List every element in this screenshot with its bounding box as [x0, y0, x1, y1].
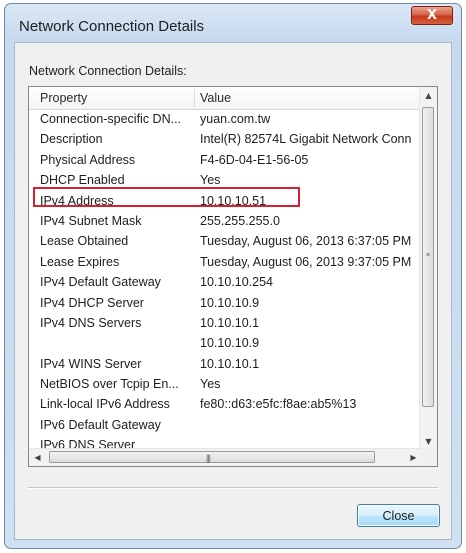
list-header: Property Value	[29, 87, 422, 110]
property-cell: IPv6 Default Gateway	[40, 417, 161, 432]
table-row[interactable]: Lease Obtained Tuesday, August 06, 2013 6…	[29, 232, 422, 252]
property-cell: DHCP Enabled	[40, 173, 125, 188]
horizontal-scroll-thumb[interactable]: |||	[49, 451, 375, 463]
horizontal-scrollbar[interactable]: ◀ ||| ▶	[29, 448, 422, 466]
value-cell: 10.10.10.51	[200, 193, 267, 208]
property-cell: Description	[40, 132, 103, 147]
scroll-up-icon[interactable]: ▲	[420, 87, 437, 104]
table-row[interactable]: IPv4 Subnet Mask 255.255.255.0	[29, 212, 422, 232]
window-title: Network Connection Details	[19, 18, 205, 35]
table-row[interactable]: IPv4 DHCP Server 10.10.10.9	[29, 294, 422, 314]
value-cell: yuan.com.tw	[200, 112, 271, 126]
value-cell: 10.10.10.9	[200, 295, 260, 310]
horizontal-grip-icon: |||	[206, 453, 211, 463]
value-cell: 10.10.10.254	[200, 275, 273, 290]
value-cell: F4-6D-04-E1-56-05	[200, 152, 309, 167]
value-cell: Yes	[200, 377, 221, 392]
property-cell: Physical Address	[40, 152, 136, 167]
value-cell: 10.10.10.1	[200, 315, 260, 330]
table-row[interactable]: IPv6 Default Gateway	[29, 416, 422, 436]
column-divider[interactable]	[194, 89, 195, 107]
property-cell: IPv4 Subnet Mask	[40, 213, 142, 228]
value-cell: Yes	[200, 173, 221, 188]
dialog-client-area: Network Connection Details: Property Val…	[14, 42, 452, 540]
table-row[interactable]: Lease Expires Tuesday, August 06, 2013 9:…	[29, 253, 422, 273]
property-cell: Connection-specific DN...	[40, 112, 182, 126]
table-row[interactable]: IPv4 Address 10.10.10.51	[29, 192, 422, 212]
property-cell: NetBIOS over Tcpip En...	[40, 377, 179, 392]
value-cell: fe80::d63:e5fc:f8ae:ab5%13	[200, 397, 357, 412]
table-row[interactable]: Description Intel(R) 82574L Gigabit Netwo…	[29, 130, 422, 150]
close-button[interactable]: Close	[357, 504, 440, 527]
scrollbar-corner	[420, 449, 437, 466]
table-row[interactable]: Link-local IPv6 Address fe80::d63:e5fc:f8…	[29, 395, 422, 415]
table-row[interactable]: IPv4 WINS Server 10.10.10.1	[29, 355, 422, 375]
dialog-window: Network Connection Details X Network Con…	[4, 3, 462, 549]
property-cell: IPv4 Address	[40, 193, 114, 208]
vertical-grip-icon: ≡	[426, 252, 431, 259]
property-cell: IPv4 WINS Server	[40, 356, 142, 371]
value-cell: 255.255.255.0	[200, 213, 280, 228]
table-row[interactable]: IPv4 Default Gateway 10.10.10.254	[29, 273, 422, 293]
property-cell: IPv4 DHCP Server	[40, 295, 144, 310]
details-label: Network Connection Details:	[29, 64, 187, 78]
table-row[interactable]: DHCP Enabled Yes	[29, 171, 422, 191]
title-bar[interactable]: Network Connection Details X	[5, 4, 461, 44]
value-cell: Intel(R) 82574L Gigabit Network Conn	[200, 132, 412, 147]
table-row[interactable]: 10.10.10.9	[29, 334, 422, 354]
table-row[interactable]: IPv4 DNS Servers 10.10.10.1	[29, 314, 422, 334]
property-cell: IPv4 DNS Servers	[40, 315, 142, 330]
property-cell: Link-local IPv6 Address	[40, 397, 170, 412]
value-cell: Tuesday, August 06, 2013 9:37:05 PM	[200, 254, 412, 269]
property-cell: Lease Obtained	[40, 234, 129, 249]
details-list[interactable]: Property Value Connection-specific DN...…	[28, 86, 438, 467]
scroll-down-icon[interactable]: ▼	[420, 433, 437, 450]
close-icon: X	[426, 8, 438, 23]
list-rows: Connection-specific DN... yuan.com.tw Desc…	[29, 110, 422, 450]
vertical-scrollbar[interactable]: ▲ ≡ ▼	[419, 87, 437, 450]
value-cell: 10.10.10.1	[200, 356, 260, 371]
table-row[interactable]: Physical Address F4-6D-04-E1-56-05	[29, 151, 422, 171]
column-header-value[interactable]: Value	[200, 91, 231, 105]
scroll-left-icon[interactable]: ◀	[29, 449, 46, 466]
table-row[interactable]: NetBIOS over Tcpip En... Yes	[29, 375, 422, 395]
value-cell: 10.10.10.9	[200, 336, 260, 351]
value-cell: Tuesday, August 06, 2013 6:37:05 PM	[200, 234, 412, 249]
column-header-property[interactable]: Property	[40, 91, 87, 105]
separator-line	[28, 487, 438, 489]
window-close-button[interactable]: X	[411, 6, 453, 25]
vertical-scroll-thumb[interactable]: ≡	[422, 107, 434, 407]
property-cell: Lease Expires	[40, 254, 120, 269]
property-cell: IPv4 Default Gateway	[40, 275, 161, 290]
table-row[interactable]: Connection-specific DN... yuan.com.tw	[29, 110, 422, 130]
